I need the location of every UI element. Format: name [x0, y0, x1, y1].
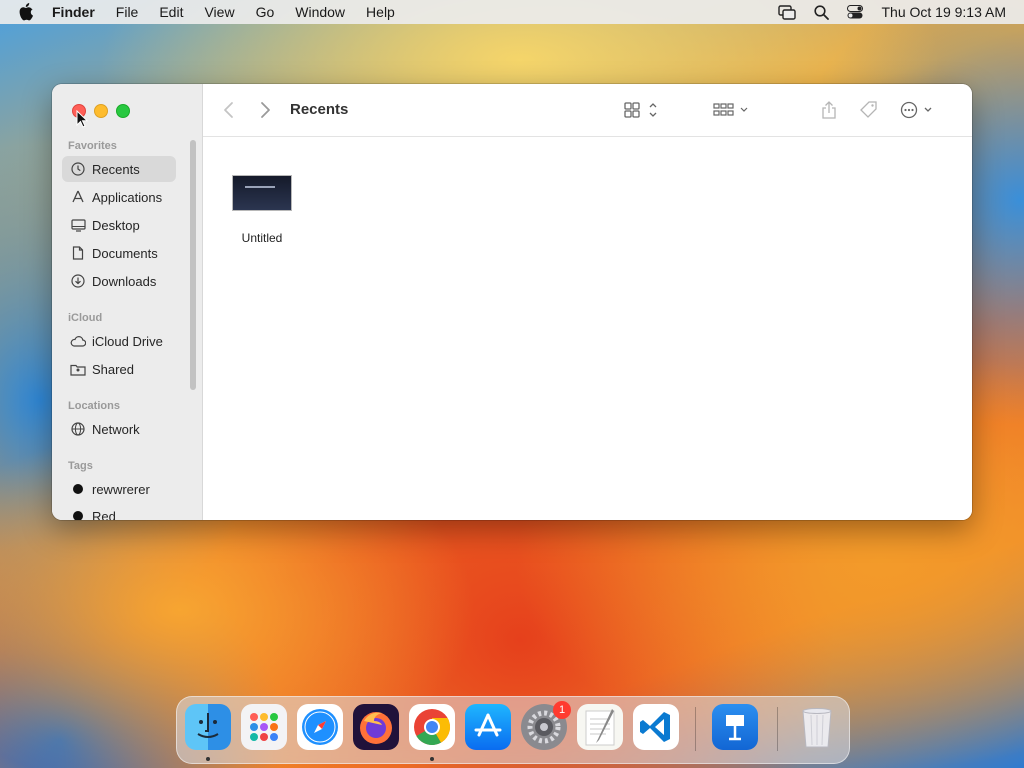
minimize-button[interactable] — [94, 104, 108, 118]
toolbar: Recents — [203, 84, 972, 137]
notification-badge: 1 — [553, 701, 571, 719]
download-icon — [70, 273, 86, 289]
sidebar-header-favorites: Favorites — [68, 140, 117, 152]
window-title: Recents — [290, 101, 349, 118]
sidebar: Favorites Recents Applications Desktop D… — [52, 84, 203, 520]
sidebar-item-label: iCloud Drive — [92, 333, 163, 349]
dock: 1 — [176, 696, 850, 764]
control-center-icon[interactable] — [847, 5, 864, 19]
sidebar-item-tag-red[interactable]: Red — [62, 503, 176, 520]
zoom-button[interactable] — [116, 104, 130, 118]
tag-dot-icon — [73, 511, 83, 520]
sidebar-item-downloads[interactable]: Downloads — [62, 268, 176, 294]
clock-icon — [70, 161, 86, 177]
chrome-running-indicator — [430, 757, 434, 761]
clock-datetime[interactable]: Thu Oct 19 9:13 AM — [881, 4, 1006, 20]
sidebar-item-label: Documents — [92, 245, 158, 261]
sidebar-item-icloud-drive[interactable]: iCloud Drive — [62, 328, 176, 354]
chrome-icon[interactable] — [409, 704, 455, 750]
vscode-icon[interactable] — [633, 704, 679, 750]
more-actions-button[interactable] — [900, 98, 938, 122]
sidebar-header-icloud: iCloud — [68, 312, 103, 324]
view-mode-button[interactable] — [624, 98, 662, 122]
keynote-icon[interactable] — [712, 704, 758, 750]
sidebar-item-label: Downloads — [92, 273, 157, 289]
file-thumbnail — [232, 175, 292, 211]
sidebar-item-label: Applications — [92, 189, 163, 205]
file-item-untitled[interactable]: Untitled — [232, 175, 292, 245]
sidebar-header-locations: Locations — [68, 400, 120, 412]
finder-running-indicator — [206, 757, 210, 761]
sidebar-item-documents[interactable]: Documents — [62, 240, 176, 266]
sidebar-item-tag-rewwrerer[interactable]: rewwrerer — [62, 476, 176, 502]
group-by-button[interactable] — [713, 98, 751, 122]
sidebar-header-tags: Tags — [68, 460, 93, 472]
dock-separator — [777, 707, 778, 751]
spotlight-search-icon[interactable] — [814, 4, 830, 20]
menu-app-name[interactable]: Finder — [52, 4, 95, 20]
sidebar-item-label: Recents — [92, 161, 140, 177]
file-name: Untitled — [241, 231, 283, 245]
sidebar-item-label: rewwrerer — [92, 481, 150, 497]
desktop-icon — [70, 217, 86, 233]
sidebar-item-desktop[interactable]: Desktop — [62, 212, 176, 238]
document-icon — [70, 245, 86, 261]
menu-edit[interactable]: Edit — [159, 4, 183, 20]
back-button[interactable] — [223, 98, 235, 122]
finder-icon[interactable] — [185, 704, 231, 750]
textedit-icon[interactable] — [577, 704, 623, 750]
firefox-icon[interactable] — [353, 704, 399, 750]
sidebar-item-recents[interactable]: Recents — [62, 156, 176, 182]
apple-menu-icon[interactable] — [18, 3, 36, 21]
sidebar-item-applications[interactable]: Applications — [62, 184, 176, 210]
sidebar-item-label: Network — [92, 421, 140, 437]
sidebar-item-label: Desktop — [92, 217, 140, 233]
trash-icon[interactable] — [794, 704, 840, 750]
cloud-icon — [70, 333, 86, 349]
forward-button[interactable] — [259, 98, 271, 122]
menu-file[interactable]: File — [116, 4, 139, 20]
dock-separator — [695, 707, 696, 751]
menu-bar: Finder File Edit View Go Window Help Thu… — [0, 0, 1024, 24]
sidebar-item-network[interactable]: Network — [62, 416, 176, 442]
shared-folder-icon — [70, 361, 86, 377]
sidebar-item-label: Red — [92, 508, 116, 521]
screen-mirroring-icon[interactable] — [778, 4, 797, 20]
sidebar-scrollbar[interactable] — [190, 140, 196, 390]
sidebar-item-label: Shared — [92, 361, 134, 377]
tag-dot-icon — [73, 484, 83, 494]
mouse-cursor-icon — [76, 110, 88, 128]
menu-go[interactable]: Go — [256, 4, 275, 20]
sidebar-item-shared[interactable]: Shared — [62, 356, 176, 382]
globe-icon — [70, 421, 86, 437]
tag-button[interactable] — [859, 98, 879, 122]
menu-help[interactable]: Help — [366, 4, 395, 20]
finder-window: Favorites Recents Applications Desktop D… — [52, 84, 972, 520]
app-store-icon[interactable] — [465, 704, 511, 750]
applications-icon — [70, 189, 86, 205]
menu-view[interactable]: View — [204, 4, 234, 20]
launchpad-icon[interactable] — [241, 704, 287, 750]
safari-icon[interactable] — [297, 704, 343, 750]
share-button[interactable] — [821, 98, 837, 122]
content-area: Recents Untitled — [203, 84, 972, 520]
menu-window[interactable]: Window — [295, 4, 345, 20]
